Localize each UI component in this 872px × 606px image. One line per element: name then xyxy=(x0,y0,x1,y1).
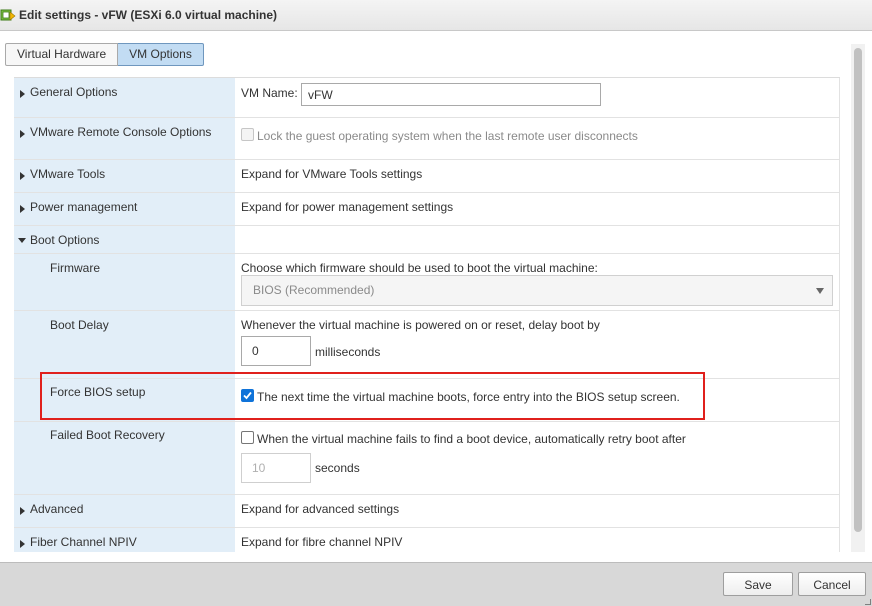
firmware-description: Choose which firmware should be used to … xyxy=(241,261,598,275)
failed-boot-recovery-text: When the virtual machine fails to find a… xyxy=(257,432,686,446)
vm-name-input[interactable] xyxy=(301,83,601,106)
settings-scrollbar-thumb[interactable] xyxy=(854,48,862,532)
row-general-options: General Options VM Name: xyxy=(14,78,840,118)
expand-arrow-icon[interactable] xyxy=(20,90,25,98)
lock-guest-os-text: Lock the guest operating system when the… xyxy=(257,129,638,143)
row-fiber-channel-npiv: Fiber Channel NPIV Expand for fibre chan… xyxy=(14,528,840,552)
section-header-fiber-channel-npiv[interactable]: Fiber Channel NPIV xyxy=(14,528,235,552)
row-firmware: Firmware Choose which firmware should be… xyxy=(14,254,840,311)
expand-arrow-icon[interactable] xyxy=(20,130,25,138)
section-label-general-options: General Options xyxy=(30,85,118,99)
annotation-highlight-box xyxy=(40,372,705,420)
row-failed-boot-recovery: Failed Boot Recovery When the virtual ma… xyxy=(14,422,840,495)
resize-grip-icon[interactable] xyxy=(865,599,871,605)
expand-arrow-icon[interactable] xyxy=(20,172,25,180)
settings-list: General Options VM Name: VMware Remote C… xyxy=(14,77,840,552)
retry-boot-delay-input[interactable] xyxy=(241,453,311,483)
section-header-power-management[interactable]: Power management xyxy=(14,193,235,225)
section-label-vmware-tools: VMware Tools xyxy=(30,167,106,181)
chevron-down-icon xyxy=(816,288,824,294)
section-label-boot-options: Boot Options xyxy=(30,233,100,247)
cancel-button[interactable]: Cancel xyxy=(798,572,866,596)
collapse-arrow-icon[interactable] xyxy=(18,238,26,243)
firmware-selected-value: BIOS (Recommended) xyxy=(253,283,375,297)
section-label-fiber-channel-npiv: Fiber Channel NPIV xyxy=(30,535,137,549)
expand-arrow-icon[interactable] xyxy=(20,507,25,515)
row-boot-delay: Boot Delay Whenever the virtual machine … xyxy=(14,311,840,379)
section-label-power-management: Power management xyxy=(30,200,138,214)
expand-arrow-icon[interactable] xyxy=(20,205,25,213)
failed-boot-recovery-checkbox[interactable] xyxy=(241,431,254,444)
boot-delay-input[interactable] xyxy=(241,336,311,366)
save-button[interactable]: Save xyxy=(723,572,793,596)
vm-edit-icon xyxy=(0,9,16,21)
fiber-channel-summary: Expand for fibre channel NPIV xyxy=(241,535,403,549)
row-boot-options: Boot Options xyxy=(14,226,840,254)
boot-delay-label: Boot Delay xyxy=(50,318,109,332)
tab-virtual-hardware[interactable]: Virtual Hardware xyxy=(5,43,119,66)
row-remote-console-options: VMware Remote Console Options Lock the g… xyxy=(14,118,840,160)
boot-delay-unit: milliseconds xyxy=(315,345,381,359)
boot-delay-description: Whenever the virtual machine is powered … xyxy=(241,318,600,332)
dialog-footer: Save Cancel xyxy=(0,562,872,606)
section-header-vmware-tools[interactable]: VMware Tools xyxy=(14,160,235,192)
lock-guest-os-checkbox[interactable] xyxy=(241,128,254,141)
section-label-advanced: Advanced xyxy=(30,502,84,516)
row-power-management: Power management Expand for power manage… xyxy=(14,193,840,226)
section-header-advanced[interactable]: Advanced xyxy=(14,495,235,527)
tab-bar: Virtual Hardware VM Options xyxy=(5,43,204,66)
section-header-general-options[interactable]: General Options xyxy=(14,78,235,117)
window-title: Edit settings - vFW (ESXi 6.0 virtual ma… xyxy=(19,8,278,22)
row-vmware-tools: VMware Tools Expand for VMware Tools set… xyxy=(14,160,840,193)
firmware-label: Firmware xyxy=(50,261,100,275)
section-header-remote-console-options[interactable]: VMware Remote Console Options xyxy=(14,118,235,159)
row-advanced: Advanced Expand for advanced settings xyxy=(14,495,840,528)
failed-boot-recovery-label: Failed Boot Recovery xyxy=(50,428,165,442)
tab-vm-options[interactable]: VM Options xyxy=(118,43,204,66)
power-management-summary: Expand for power management settings xyxy=(241,200,454,214)
section-header-boot-options[interactable]: Boot Options xyxy=(14,226,235,253)
window-titlebar: Edit settings - vFW (ESXi 6.0 virtual ma… xyxy=(0,0,872,31)
vmware-tools-summary: Expand for VMware Tools settings xyxy=(241,167,423,181)
vm-name-label: VM Name: xyxy=(241,86,298,100)
retry-boot-delay-unit: seconds xyxy=(315,461,360,475)
advanced-summary: Expand for advanced settings xyxy=(241,502,400,516)
section-label-remote-console-options: VMware Remote Console Options xyxy=(30,125,212,139)
expand-arrow-icon[interactable] xyxy=(20,540,25,548)
firmware-select[interactable]: BIOS (Recommended) xyxy=(241,275,833,306)
